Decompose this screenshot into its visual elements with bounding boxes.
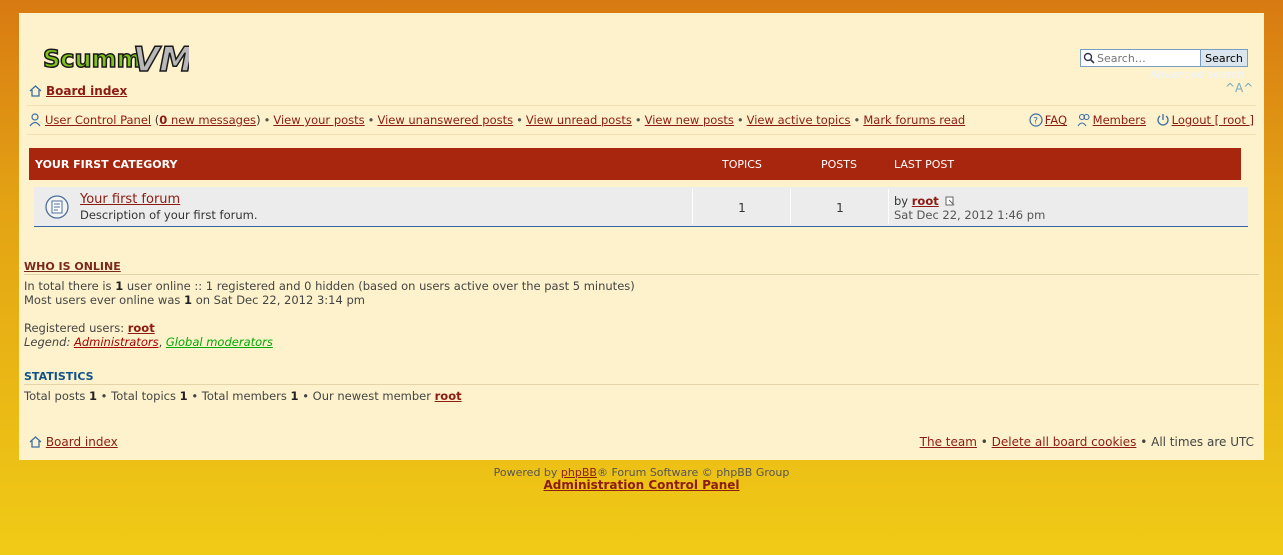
forum-row: Your first forum Description of your fir…	[34, 187, 1248, 227]
acp-container: Administration Control Panel	[0, 478, 1283, 492]
online-record: Most users ever online was 1 on Sat Dec …	[24, 293, 365, 307]
faq-link[interactable]: FAQ	[1045, 113, 1067, 127]
members-link[interactable]: Members	[1093, 113, 1146, 127]
home-icon	[29, 436, 42, 448]
home-icon	[29, 85, 42, 97]
mark-read-link[interactable]: Mark forums read	[863, 113, 965, 127]
svg-text:VM: VM	[133, 40, 189, 77]
topics-column-header: TOPICS	[722, 158, 762, 171]
newest-member-link[interactable]: root	[435, 389, 462, 403]
advanced-search-link[interactable]: Advanced search	[1150, 68, 1244, 81]
last-post-column-header: LAST POST	[894, 158, 955, 171]
legend-global-moderators-link[interactable]: Global moderators	[166, 335, 273, 349]
user-navbar: User Control Panel (0 new messages) • View…	[29, 113, 965, 127]
view-unread-link[interactable]: View unread posts	[526, 113, 632, 127]
search-input[interactable]	[1080, 49, 1212, 67]
category-title[interactable]: YOUR FIRST CATEGORY	[35, 158, 177, 171]
forum-description: Description of your first forum.	[80, 208, 258, 222]
registered-users: Registered users: root	[24, 321, 155, 335]
view-new-link[interactable]: View new posts	[645, 113, 734, 127]
forum-posts-count: 1	[836, 201, 844, 215]
who-is-online-title[interactable]: WHO IS ONLINE	[24, 260, 121, 273]
ucp-link[interactable]: User Control Panel	[45, 113, 151, 127]
statistics-line: Total posts 1 • Total topics 1 • Total m…	[24, 389, 462, 403]
cell-divider	[692, 189, 693, 224]
acp-link[interactable]: Administration Control Panel	[543, 478, 739, 492]
legend-administrators-link[interactable]: Administrators	[74, 335, 159, 349]
divider	[27, 105, 1256, 106]
footer-breadcrumb: Board index	[29, 435, 118, 449]
footer-links: The team • Delete all board cookies • Al…	[919, 435, 1254, 449]
last-post-user-link[interactable]: root	[912, 194, 939, 208]
forum-read-icon	[45, 195, 69, 219]
statistics-title: STATISTICS	[24, 370, 94, 383]
last-post-author: by root	[894, 194, 955, 208]
divider	[27, 134, 1256, 135]
category-header: YOUR FIRST CATEGORY TOPICS POSTS LAST PO…	[29, 148, 1241, 180]
the-team-link[interactable]: The team	[920, 435, 977, 449]
members-icon	[1077, 113, 1090, 127]
view-your-posts-link[interactable]: View your posts	[273, 113, 364, 127]
divider	[24, 274, 1259, 275]
view-unanswered-link[interactable]: View unanswered posts	[377, 113, 513, 127]
svg-text:Scumm: Scumm	[43, 45, 142, 73]
search-button[interactable]: Search	[1200, 49, 1248, 67]
delete-cookies-link[interactable]: Delete all board cookies	[992, 435, 1137, 449]
forum-topics-count: 1	[738, 201, 746, 215]
divider	[24, 384, 1259, 385]
user-icon	[29, 113, 41, 127]
logout-link[interactable]: Logout [ root ]	[1172, 113, 1254, 127]
scummvm-logo[interactable]: Scumm VM	[39, 33, 189, 77]
user-navbar-right: ? FAQ Members Logout [ root ]	[1023, 113, 1254, 127]
posts-column-header: POSTS	[821, 158, 857, 171]
font-size-toggle[interactable]: ^A^	[1225, 81, 1253, 95]
cell-divider	[888, 189, 889, 224]
cell-divider	[790, 189, 791, 224]
last-post-date: Sat Dec 22, 2012 1:46 pm	[894, 208, 1046, 222]
logout-icon	[1157, 114, 1169, 126]
svg-text:?: ?	[1033, 117, 1038, 127]
online-summary: In total there is 1 user online :: 1 reg…	[24, 279, 635, 293]
new-messages-link[interactable]: 0 new messages	[159, 113, 256, 127]
timezone-text: All times are UTC	[1151, 435, 1254, 449]
view-active-link[interactable]: View active topics	[747, 113, 851, 127]
search-icon	[1083, 52, 1095, 64]
board-index-link[interactable]: Board index	[46, 84, 127, 98]
forum-title-link[interactable]: Your first forum	[80, 192, 180, 207]
registered-user-link[interactable]: root	[128, 321, 155, 335]
footer-board-index-link[interactable]: Board index	[46, 435, 118, 449]
faq-icon: ?	[1029, 113, 1043, 127]
page-wrapper: Scumm VM Search Advanced search ^A^ Boar…	[19, 13, 1264, 460]
view-latest-post-icon[interactable]	[945, 196, 955, 206]
legend: Legend: Administrators, Global moderator…	[24, 335, 273, 349]
breadcrumb: Board index	[29, 84, 127, 98]
